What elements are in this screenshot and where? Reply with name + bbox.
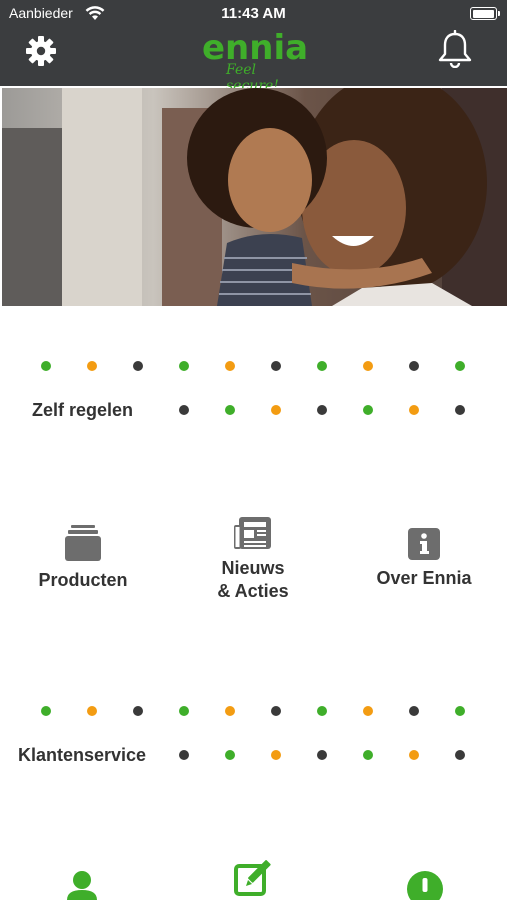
- decorative-dot: [409, 405, 419, 415]
- decorative-dot: [317, 750, 327, 760]
- decorative-dot: [41, 706, 51, 716]
- section-title-customer-service: Klantenservice: [18, 745, 147, 765]
- ennia-logo: ennia Feel secure!: [200, 28, 310, 94]
- decorative-dot: [41, 361, 51, 371]
- decorative-dot: [87, 706, 97, 716]
- decorative-dot: [179, 750, 189, 760]
- decorative-dot: [179, 405, 189, 415]
- decorative-dot: [455, 706, 465, 716]
- decorative-dot: [409, 750, 419, 760]
- decorative-dot: [133, 361, 143, 371]
- tile-products[interactable]: Producten: [13, 523, 153, 592]
- info-icon: [408, 528, 440, 560]
- decorative-dot: [363, 405, 373, 415]
- decorative-dot: [225, 750, 235, 760]
- tile-news-label-line1: Nieuws: [221, 558, 285, 578]
- decorative-dot: [409, 361, 419, 371]
- gear-icon[interactable]: [25, 35, 57, 67]
- decorative-dot: [179, 706, 189, 716]
- decorative-dot: [271, 361, 281, 371]
- tile-about-label: Over Ennia: [376, 568, 472, 588]
- decorative-dot: [363, 361, 373, 371]
- decorative-dot: [317, 361, 327, 371]
- header-bar: ennia Feel secure!: [0, 28, 507, 94]
- decorative-dot: [363, 750, 373, 760]
- alert-icon[interactable]: [406, 870, 444, 900]
- folder-stack-icon: [65, 525, 101, 561]
- decorative-dot: [317, 706, 327, 716]
- tile-news-label-line2: & Acties: [217, 581, 289, 601]
- decorative-dot: [409, 706, 419, 716]
- decorative-dot: [133, 706, 143, 716]
- battery-icon: [470, 7, 500, 20]
- tile-news[interactable]: Nieuws & Acties: [183, 515, 323, 603]
- tile-about[interactable]: Over Ennia: [354, 527, 494, 590]
- decorative-dot: [455, 405, 465, 415]
- tile-products-label: Producten: [38, 570, 128, 590]
- battery-level: [472, 9, 494, 18]
- decorative-dot: [225, 405, 235, 415]
- decorative-dot: [87, 361, 97, 371]
- hero-photo: [2, 88, 507, 306]
- decorative-dot: [455, 361, 465, 371]
- decorative-dot: [271, 750, 281, 760]
- decorative-dot: [225, 361, 235, 371]
- decorative-dot: [271, 405, 281, 415]
- decorative-dot: [225, 706, 235, 716]
- person-icon[interactable]: [65, 870, 99, 900]
- decorative-dot: [317, 405, 327, 415]
- bell-icon[interactable]: [437, 30, 473, 68]
- decorative-dot: [179, 361, 189, 371]
- edit-icon[interactable]: [234, 858, 274, 900]
- status-time: 11:43 AM: [221, 5, 286, 22]
- status-bar: Aanbieder 11:43 AM: [0, 0, 507, 28]
- decorative-dot: [271, 706, 281, 716]
- newspaper-icon: [234, 517, 271, 549]
- decorative-dot: [455, 750, 465, 760]
- decorative-dot: [363, 706, 373, 716]
- section-title-self-service: Zelf regelen: [32, 400, 134, 420]
